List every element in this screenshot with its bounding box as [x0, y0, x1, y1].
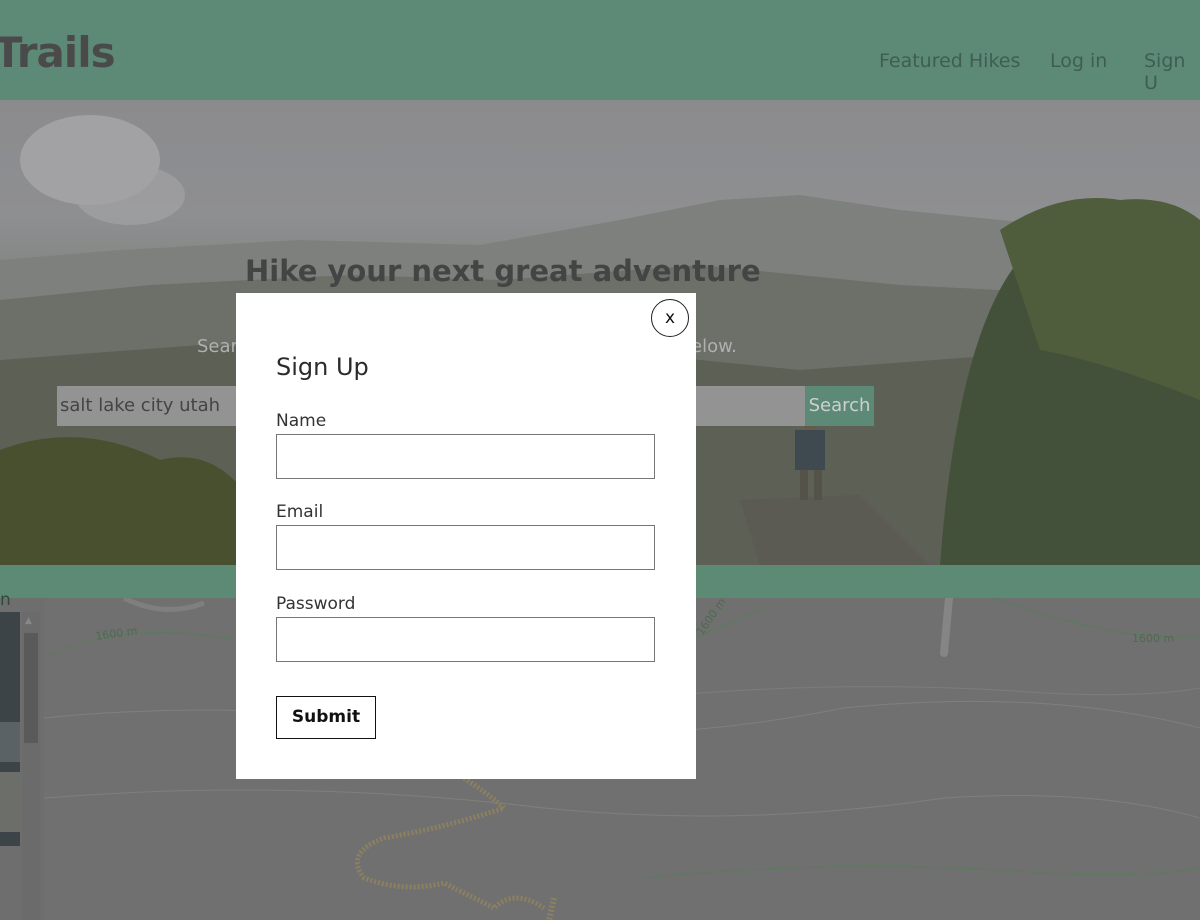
hero-subtitle-right: elow.: [691, 336, 737, 357]
name-field-label: Name: [276, 411, 327, 431]
hero-subtitle-left: Sear: [197, 336, 238, 357]
site-logo[interactable]: rTrails: [0, 28, 116, 77]
password-field-label: Password: [276, 594, 356, 614]
name-field[interactable]: [276, 434, 655, 479]
nav-log-in[interactable]: Log in: [1050, 50, 1107, 72]
contour-label: 1600 m: [694, 598, 729, 638]
nav-featured-hikes[interactable]: Featured Hikes: [879, 50, 1020, 72]
hero-title: Hike your next great adventure: [245, 254, 761, 288]
results-scrollbar-thumb[interactable]: [24, 633, 38, 743]
email-field-label: Email: [276, 502, 324, 522]
results-label: n: [0, 590, 11, 610]
password-field[interactable]: [276, 617, 655, 662]
nav-sign-up[interactable]: Sign U: [1144, 50, 1200, 94]
submit-button[interactable]: Submit: [276, 696, 376, 739]
trail-thumbnail-panel: [0, 612, 20, 846]
contour-label: 1600 m: [95, 624, 139, 643]
search-button[interactable]: Search: [805, 386, 874, 426]
sign-up-modal: x Sign Up Name Email Password Submit: [236, 293, 696, 779]
close-modal-button[interactable]: x: [651, 299, 689, 337]
scroll-up-arrow-icon[interactable]: ▲: [25, 616, 32, 626]
site-header: rTrails Featured Hikes Log in Sign U: [0, 0, 1200, 100]
modal-title: Sign Up: [276, 353, 369, 381]
trail-thumbnail-image: [0, 612, 20, 846]
email-field[interactable]: [276, 525, 655, 570]
contour-label: 1600 m: [1132, 632, 1174, 645]
